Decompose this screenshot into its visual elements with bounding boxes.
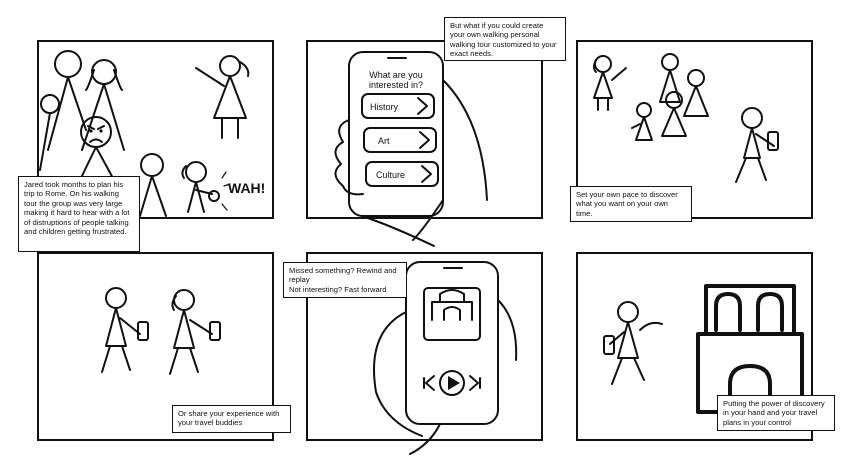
rewind-icon[interactable]: [423, 375, 435, 391]
option-art-label: Art: [378, 136, 390, 146]
sound-effect-wah: WAH!: [228, 180, 265, 196]
option-list: History Art Culture: [361, 93, 439, 187]
chevron-right-icon: [421, 165, 432, 183]
option-art[interactable]: [363, 127, 437, 153]
caption-panel-4: Or share your experience with your trave…: [172, 405, 291, 433]
fast-forward-icon[interactable]: [469, 375, 481, 391]
caption-panel-2: But what if you could create your own wa…: [444, 17, 566, 61]
option-culture-label: Culture: [376, 170, 405, 180]
play-icon: [448, 376, 460, 390]
caption-panel-1: Jared took months to plan his trip to Ro…: [18, 176, 140, 252]
caption-panel-5: Missed something? Rewind and replay Not …: [283, 262, 407, 298]
player-controls: [423, 370, 481, 396]
arch-monument: [696, 284, 804, 414]
phone-question: What are you interested in?: [369, 70, 423, 90]
pace-figures: [593, 53, 779, 183]
caption-panel-6: Putting the power of discovery in your h…: [717, 395, 835, 431]
caption-panel-3: Set your own pace to discover what you w…: [570, 186, 692, 222]
chevron-right-icon: [419, 131, 430, 149]
discovery-scene: [603, 301, 663, 385]
option-history-label: History: [370, 102, 399, 112]
chevron-right-icon: [417, 97, 428, 115]
buddy-figures: [101, 287, 221, 375]
